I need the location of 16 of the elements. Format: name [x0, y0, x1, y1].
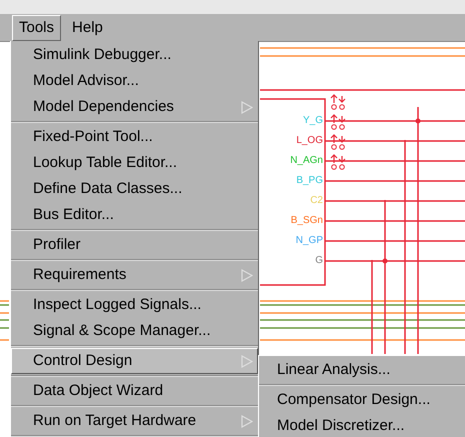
menu-bar-item[interactable]: Help	[65, 14, 110, 40]
port-label: Y_G	[302, 115, 323, 127]
port-label: C2	[310, 195, 323, 207]
port-label: L_OG	[296, 135, 323, 147]
switch-icon	[330, 134, 346, 150]
port-label: G	[315, 255, 323, 267]
menu-item[interactable]: Control Design	[11, 348, 258, 374]
switch-icon	[330, 114, 346, 130]
switch-icon	[330, 94, 346, 110]
port-label: B_PG	[296, 175, 323, 187]
wire	[0, 300, 9, 341]
port-label: B_SGn	[290, 215, 323, 227]
switch-icon	[330, 154, 346, 170]
port-label: N_AGn	[290, 155, 323, 167]
port-label: N_GP	[296, 235, 323, 247]
menu-bar-item[interactable]: Tools	[12, 14, 62, 40]
